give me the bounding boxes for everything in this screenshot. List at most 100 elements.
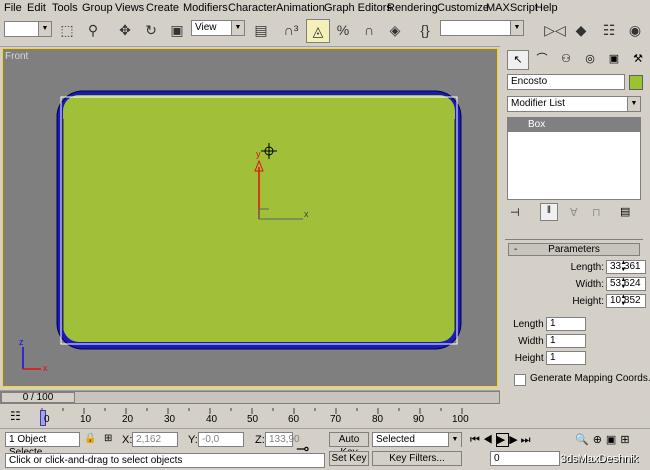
modify-tab-icon[interactable]: ⌒ — [531, 50, 553, 70]
menu-edit[interactable]: Edit — [27, 2, 46, 14]
y-coord-field[interactable]: -0,0 — [198, 432, 244, 447]
chevron-down-icon: ▼ — [38, 22, 51, 36]
menu-character[interactable]: Character — [228, 2, 276, 14]
select-move-icon[interactable]: ✥ — [114, 19, 136, 41]
motion-tab-icon[interactable]: ◎ — [579, 50, 601, 70]
chevron-down-icon: ▼ — [510, 21, 523, 35]
width-segs-field[interactable]: 1 — [546, 334, 586, 348]
menu-customize[interactable]: Customize — [437, 2, 489, 14]
menu-animation[interactable]: Animation — [276, 2, 325, 14]
configure-modifier-sets-icon[interactable]: ▤ — [620, 205, 630, 218]
menu-file[interactable]: File — [4, 2, 22, 14]
length-segs-value: 1 — [550, 318, 556, 329]
auto-key-button[interactable]: Auto Key — [329, 432, 369, 458]
menu-create[interactable]: Create — [146, 2, 179, 14]
time-slider-track[interactable] — [0, 391, 500, 404]
angle-snap-icon[interactable]: ◬ — [306, 19, 330, 43]
current-frame-value: 0 — [494, 453, 500, 464]
schematic-view-icon[interactable]: ☷ — [598, 19, 620, 41]
make-unique-icon[interactable]: ∀ — [570, 206, 578, 219]
track-view-icon[interactable]: ☷ — [10, 409, 21, 423]
length-spinner[interactable]: ▲ ▼ — [619, 260, 628, 274]
menu-group[interactable]: Group — [82, 2, 113, 14]
width-label: Width: — [575, 279, 604, 290]
zoom-icon[interactable]: 🔍 — [575, 434, 593, 446]
parameters-rollout-header[interactable]: - Parameters — [508, 243, 640, 256]
track-bar[interactable]: ☷ 0 10 20 30 40 50 60 70 80 90 100 — [0, 406, 500, 428]
lock-selection-icon[interactable]: 🔒 — [84, 433, 96, 444]
object-color-swatch[interactable] — [629, 75, 643, 90]
generate-mapping-checkbox[interactable] — [514, 374, 526, 386]
show-end-result-icon[interactable]: ‖ — [540, 203, 558, 221]
hierarchy-tab-icon[interactable]: ⚇ — [555, 50, 577, 70]
tick-label-100: 100 — [452, 414, 469, 425]
next-frame-icon[interactable]: ▶ — [509, 434, 520, 446]
previous-frame-icon[interactable]: ◀ — [483, 434, 496, 446]
front-viewport[interactable]: y x z x — [2, 48, 498, 387]
utilities-tab-icon[interactable]: ⚒ — [627, 50, 649, 70]
time-slider[interactable]: 0 / 100 — [0, 390, 500, 405]
align-icon[interactable]: ◆ — [570, 19, 592, 41]
width-segs-value: 1 — [550, 335, 556, 346]
create-tab-icon[interactable]: ↖ — [507, 50, 529, 70]
object-name-field[interactable]: Encosto — [507, 74, 625, 90]
named-selection-icon[interactable]: {} — [414, 19, 436, 41]
length-segs-field[interactable]: 1 — [546, 317, 586, 331]
pin-stack-icon[interactable]: ⊣ — [510, 206, 520, 219]
menu-maxscript[interactable]: MAXScript — [486, 2, 538, 14]
snap-3d-icon[interactable]: ∩³ — [280, 19, 302, 41]
tick-label-80: 80 — [372, 414, 384, 425]
z-coord-field[interactable]: 133,90 — [265, 432, 300, 447]
menu-modifiers[interactable]: Modifiers — [183, 2, 228, 14]
select-scale-icon[interactable]: ▣ — [166, 19, 188, 41]
remove-modifier-icon[interactable]: ⊓ — [592, 206, 601, 219]
key-mode-dropdown[interactable]: Selected ▼ — [372, 432, 462, 447]
viewport-label[interactable]: Front — [5, 51, 28, 62]
percent-snap-icon[interactable]: % — [332, 19, 354, 41]
zoom-all-icon[interactable]: ⊕ — [593, 434, 606, 446]
menu-graph-editors[interactable]: Graph Editors — [324, 2, 392, 14]
menu-help[interactable]: Help — [535, 2, 558, 14]
mirror-icon[interactable]: ▷◁ — [544, 19, 566, 41]
select-rotate-icon[interactable]: ↻ — [140, 19, 162, 41]
time-slider-thumb[interactable]: 0 / 100 — [1, 392, 75, 403]
edit-named-selection-icon[interactable]: ◈ — [384, 19, 406, 41]
x-coord-field[interactable]: 2,162 — [132, 432, 178, 447]
current-frame-field[interactable]: 0 — [490, 451, 560, 466]
reference-coordinate-dropdown[interactable]: View ▼ — [191, 20, 245, 36]
zoom-extents-all-icon[interactable]: ⊞ — [620, 434, 633, 446]
absolute-mode-icon[interactable]: ⊞ — [104, 433, 112, 444]
set-key-button[interactable]: Set Key — [329, 451, 369, 466]
modifier-list-dropdown[interactable]: Modifier List ▼ — [507, 96, 641, 112]
menu-rendering[interactable]: Rendering — [387, 2, 438, 14]
height-segs-field[interactable]: 1 — [546, 351, 586, 365]
selection-filter-dropdown[interactable]: ▼ — [4, 21, 52, 37]
zoom-extents-icon[interactable]: ▣ — [606, 434, 620, 446]
tick-label-70: 70 — [330, 414, 342, 425]
width-spinner[interactable]: ▲ ▼ — [619, 277, 628, 291]
length-label: Length: — [570, 262, 604, 273]
material-editor-icon[interactable]: ◉ — [624, 19, 646, 41]
menu-tools[interactable]: Tools — [52, 2, 78, 14]
named-selection-dropdown[interactable]: ▼ — [440, 20, 524, 36]
play-icon[interactable]: ▶ — [495, 433, 510, 447]
prompt-line: Click or click-and-drag to select object… — [5, 453, 325, 468]
z-coord-label: Z: — [255, 434, 265, 446]
tick-label-10: 10 — [80, 414, 92, 425]
watermark: 3dsMaxDeshnik — [560, 453, 639, 465]
menu-views[interactable]: Views — [115, 2, 144, 14]
select-link-icon[interactable]: ⚲ — [82, 19, 104, 41]
tick-label-0: 0 — [44, 414, 50, 425]
select-object-icon[interactable]: ⬚ — [56, 19, 78, 41]
go-to-start-icon[interactable]: ⏮ — [470, 434, 483, 446]
go-to-end-icon[interactable]: ⏭ — [521, 434, 534, 446]
pivot-center-icon[interactable]: ▤ — [250, 19, 272, 41]
spinner-snap-icon[interactable]: ∩ — [358, 19, 380, 41]
y-coord-label: Y: — [188, 434, 198, 446]
gizmo-x-label: x — [304, 209, 309, 219]
key-filters-button[interactable]: Key Filters... — [372, 451, 462, 466]
stack-item-box[interactable]: Box — [508, 118, 640, 132]
display-tab-icon[interactable]: ▣ — [603, 50, 625, 70]
height-spinner[interactable]: ▲ ▼ — [619, 294, 628, 308]
tick-label-20: 20 — [122, 414, 134, 425]
